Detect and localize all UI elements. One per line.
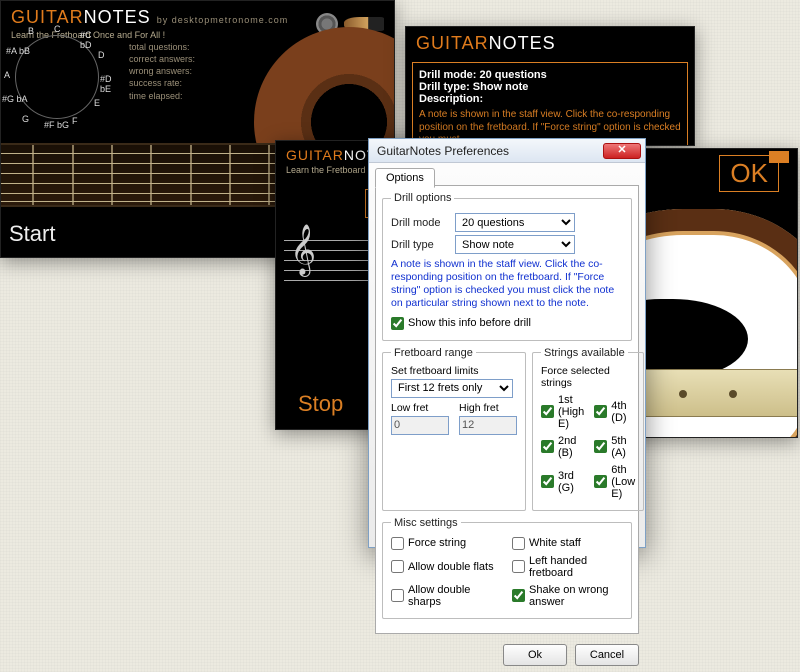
string-6-checkbox[interactable] [594,475,607,488]
options-panel: Drill options Drill mode 20 questions Dr… [375,185,639,634]
close-icon[interactable]: ✕ [603,143,641,159]
low-fret-input[interactable] [391,416,449,435]
drill-info-card: GUITARNOTES Drill mode: 20 questions Dri… [405,26,695,146]
dialog-title: GuitarNotes Preferences [377,144,509,158]
ok-indicator: OK [719,155,779,192]
info-value: Show note [473,81,529,93]
info-value: 20 questions [480,69,547,81]
info-label: Description: [419,93,681,105]
stop-button[interactable]: Stop [298,391,343,417]
show-info-checkbox[interactable] [391,317,404,330]
stat-line: time elapsed: [129,90,195,102]
drill-type-label: Drill type [391,239,447,251]
dialog-buttons: Ok Cancel [369,640,645,672]
tab-strip: Options [369,163,645,185]
info-label: Drill type: [419,81,470,93]
double-flats-checkbox[interactable] [391,560,404,573]
circle-label: F [72,116,78,126]
circle-label: #D bE [100,74,112,94]
force-string-checkbox[interactable] [391,537,404,550]
string-5-label: 5th (A) [611,435,635,459]
string-1-checkbox[interactable] [541,405,554,418]
double-sharps-checkbox[interactable] [391,589,404,602]
string-1-label: 1st (High E) [558,394,584,430]
circle-label: D [98,50,105,60]
high-fret-input[interactable] [459,416,517,435]
string-6-label: 6th (Low E) [611,464,635,500]
circle-label: E [94,98,100,108]
string-3-checkbox[interactable] [541,475,554,488]
cancel-button[interactable]: Cancel [575,644,639,666]
set-limits-label: Set fretboard limits [391,365,517,377]
group-legend: Misc settings [391,517,461,529]
string-3-label: 3rd (G) [558,470,584,494]
start-button[interactable]: Start [9,221,55,247]
info-label: Drill mode: [419,69,476,81]
force-strings-label: Force selected strings [541,365,635,389]
double-sharps-label: Allow double sharps [408,584,502,608]
drill-mode-label: Drill mode [391,217,447,229]
double-flats-label: Allow double flats [408,561,494,573]
app-title: GUITARNOTES [406,27,694,56]
string-2-checkbox[interactable] [541,440,554,453]
shake-label: Shake on wrong answer [529,584,623,608]
drill-help-text: A note is shown in the staff view. Click… [391,258,623,311]
drill-options-group: Drill options Drill mode 20 questions Dr… [382,192,632,341]
stat-line: correct answers: [129,53,195,65]
string-2-label: 2nd (B) [558,435,584,459]
white-staff-label: White staff [529,537,581,549]
high-fret-label: High fret [459,402,517,414]
stat-line: wrong answers: [129,65,195,77]
string-4-checkbox[interactable] [594,405,607,418]
drill-mode-select[interactable]: 20 questions [455,213,575,232]
circle-label: #A bB [6,46,30,56]
string-5-checkbox[interactable] [594,440,607,453]
fretboard-limits-select[interactable]: First 12 frets only [391,379,513,398]
circle-label: G [22,114,29,124]
circle-label: B [28,26,34,36]
preferences-dialog: GuitarNotes Preferences ✕ Options Drill … [368,138,646,548]
misc-settings-group: Misc settings Force string White staff A… [382,517,632,619]
show-info-label: Show this info before drill [408,317,531,329]
group-legend: Strings available [541,347,628,359]
force-string-label: Force string [408,537,466,549]
low-fret-label: Low fret [391,402,449,414]
group-legend: Fretboard range [391,347,476,359]
byline: by desktopmetronome.com [157,15,289,25]
strings-available-group: Strings available Force selected strings… [532,347,644,511]
shake-checkbox[interactable] [512,589,525,602]
ok-button[interactable]: Ok [503,644,567,666]
stat-line: total questions: [129,41,195,53]
stat-line: success rate: [129,77,195,89]
circle-label: #C bD [80,30,98,50]
dialog-titlebar[interactable]: GuitarNotes Preferences ✕ [369,139,645,163]
circle-label: A [4,70,10,80]
treble-clef-icon: 𝄞 [290,224,316,275]
left-handed-label: Left handed fretboard [529,555,623,579]
string-4-label: 4th (D) [611,400,635,424]
left-handed-checkbox[interactable] [512,560,525,573]
drill-type-select[interactable]: Show note [455,235,575,254]
group-legend: Drill options [391,192,454,204]
stats-list: total questions: correct answers: wrong … [129,41,195,102]
app-title: GUITARNOTES by desktopmetronome.com [1,1,298,30]
circle-of-fifths[interactable]: C #C bD D #D bE E F #F bG G #G bA A #A b… [15,35,99,119]
tab-options[interactable]: Options [375,168,435,188]
circle-label: #G bA [2,94,28,104]
fretboard-range-group: Fretboard range Set fretboard limits Fir… [382,347,526,511]
brand-b: NOTES [84,7,151,27]
circle-label: C [54,24,61,34]
circle-label: #F bG [44,120,69,130]
brand-a: GUITAR [11,7,84,27]
white-staff-checkbox[interactable] [512,537,525,550]
